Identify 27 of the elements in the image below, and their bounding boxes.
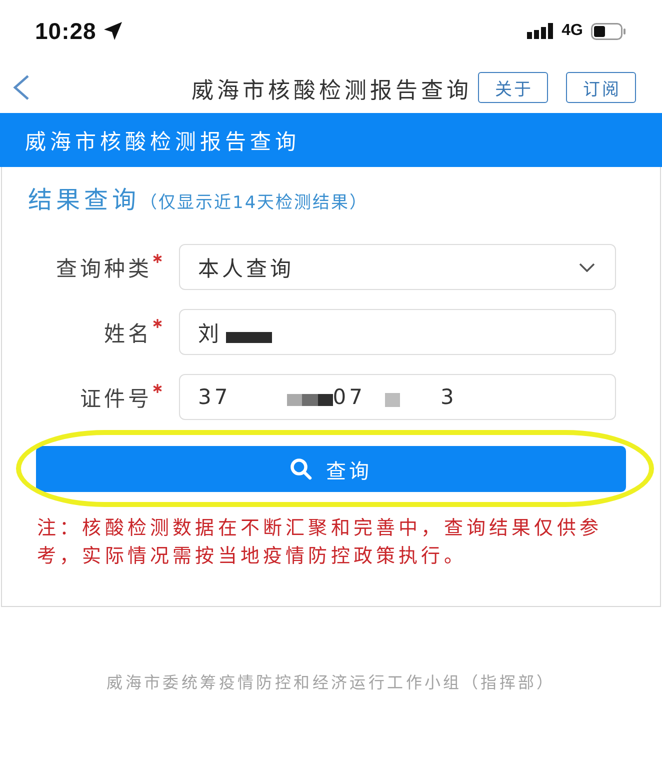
- nav-button[interactable]: 关于: [478, 72, 548, 103]
- field-label: 姓名: [104, 321, 152, 347]
- signal-icon: [526, 23, 554, 39]
- back-chevron-icon: [12, 74, 30, 101]
- query-button[interactable]: 查询: [36, 446, 626, 492]
- section-title: 结果查询: [28, 185, 140, 215]
- search-icon: [290, 458, 312, 480]
- input-field[interactable]: 刘: [179, 309, 616, 355]
- redaction-bar: [226, 332, 272, 342]
- dropdown-field[interactable]: 本人查询: [179, 244, 616, 290]
- field-label: 查询种类: [56, 256, 152, 282]
- nav-button[interactable]: 订阅: [566, 72, 636, 103]
- status-time: 10:28: [35, 18, 96, 44]
- pixelated-redaction: [286, 394, 333, 406]
- location-arrow-icon: [104, 22, 122, 40]
- page-title: 威海市核酸检测报告查询: [192, 78, 472, 104]
- chevron-down-icon: [579, 262, 595, 272]
- battery-icon: [591, 22, 626, 40]
- section-subtitle: （仅显示近14天检测结果）: [140, 192, 368, 213]
- footer-text: 威海市委统筹疫情防控和经济运行工作小组（指挥部）: [106, 672, 556, 693]
- back-button[interactable]: [12, 74, 30, 101]
- field-label: 证件号: [80, 386, 152, 412]
- header-title: 威海市核酸检测报告查询: [25, 129, 300, 155]
- notice-text: 注：核酸检测数据在不断汇聚和完善中，查询结果仅供参考，实际情况需按当地疫情防控政策执行。: [37, 516, 603, 569]
- blurred-redaction: [385, 393, 400, 407]
- input-field[interactable]: 37 07 3: [179, 374, 616, 420]
- network-type: 4G: [562, 22, 583, 40]
